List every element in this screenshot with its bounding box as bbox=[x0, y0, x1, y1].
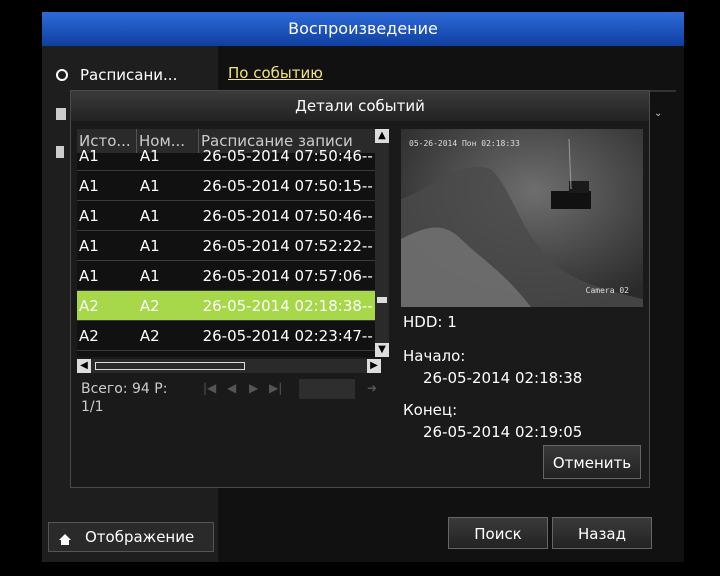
vertical-scrollbar[interactable]: ▲ ▼ bbox=[375, 129, 389, 357]
cell-source: A1 bbox=[79, 237, 99, 255]
osd-timestamp: 05-26-2014 Пон 02:18:33 bbox=[409, 139, 520, 148]
cell-source: A1 bbox=[79, 147, 99, 165]
cell-source: A2 bbox=[79, 327, 99, 345]
cell-source: A1 bbox=[79, 267, 99, 285]
cell-source: A2 bbox=[79, 297, 99, 315]
end-label: Конец: bbox=[403, 401, 458, 419]
home-icon bbox=[59, 534, 71, 545]
pager: Всего: 94 Р: 1/1 |◀ ◀ ▶ ▶| ➜ bbox=[77, 377, 389, 423]
osd-camera-name: Camera 02 bbox=[585, 286, 629, 295]
hdd-info: HDD: 1 bbox=[403, 313, 457, 331]
cell-schedule: 26-05-2014 02:23:47-- bbox=[202, 327, 373, 345]
start-label: Начало: bbox=[403, 347, 466, 365]
start-value: 26-05-2014 02:18:38 bbox=[423, 369, 583, 387]
table-row[interactable]: A2 A2 26-05-2014 02:23:47-- bbox=[77, 321, 381, 351]
cell-source: A1 bbox=[79, 207, 99, 225]
go-icon[interactable]: ➜ bbox=[367, 381, 377, 395]
radio-icon bbox=[56, 69, 68, 81]
dialog-title: Детали событий bbox=[71, 91, 649, 121]
scroll-thumb[interactable] bbox=[377, 297, 387, 303]
next-page-icon[interactable]: ▶ bbox=[249, 381, 258, 395]
event-table: Исто... Ном... Расписание записи A1 A1 2… bbox=[77, 129, 381, 357]
table-row[interactable]: A1 A1 26-05-2014 07:50:15-- bbox=[77, 171, 381, 201]
table-row[interactable]: A1 A1 26-05-2014 07:57:06-- bbox=[77, 261, 381, 291]
back-button[interactable]: Назад bbox=[552, 517, 652, 549]
cell-source: A1 bbox=[79, 177, 99, 195]
first-page-icon[interactable]: |◀ bbox=[203, 381, 216, 395]
scroll-right-icon[interactable]: ▶ bbox=[367, 359, 381, 373]
event-details-dialog: Детали событий Исто... Ном... Расписание… bbox=[70, 90, 650, 488]
cell-number: A2 bbox=[139, 297, 160, 315]
page-input[interactable] bbox=[299, 379, 355, 399]
cell-number: A1 bbox=[139, 207, 160, 225]
camera-frame bbox=[401, 129, 643, 307]
cell-number: A2 bbox=[139, 327, 160, 345]
scroll-down-icon[interactable]: ▼ bbox=[375, 343, 389, 357]
video-preview: 05-26-2014 Пон 02:18:33 Camera 02 bbox=[401, 129, 643, 307]
search-button[interactable]: Поиск bbox=[448, 517, 548, 549]
display-button[interactable]: Отображение bbox=[48, 522, 214, 552]
cell-schedule: 26-05-2014 07:50:15-- bbox=[202, 177, 373, 195]
cell-number: A1 bbox=[139, 147, 160, 165]
scroll-left-icon[interactable]: ◀ bbox=[77, 359, 91, 373]
cell-schedule: 26-05-2014 07:50:46-- bbox=[202, 147, 373, 165]
table-row[interactable]: A1 A1 26-05-2014 07:50:46-- bbox=[77, 201, 381, 231]
sidebar-item-icon[interactable] bbox=[56, 108, 66, 120]
chevron-down-icon[interactable]: ⌄ bbox=[654, 108, 668, 122]
scroll-thumb[interactable] bbox=[95, 362, 245, 370]
prev-page-icon[interactable]: ◀ bbox=[227, 381, 236, 395]
sidebar-item-label: Расписани... bbox=[80, 66, 178, 84]
cell-number: A1 bbox=[139, 267, 160, 285]
cancel-button[interactable]: Отменить bbox=[543, 445, 641, 479]
last-page-icon[interactable]: ▶| bbox=[269, 381, 282, 395]
scroll-up-icon[interactable]: ▲ bbox=[375, 129, 389, 143]
tab-by-event[interactable]: По событию bbox=[228, 64, 323, 82]
cell-schedule: 26-05-2014 07:50:46-- bbox=[202, 207, 373, 225]
table-row[interactable]: A1 A1 26-05-2014 07:52:22-- bbox=[77, 231, 381, 261]
cell-schedule: 26-05-2014 07:52:22-- bbox=[202, 237, 373, 255]
total-count: Всего: 94 Р: bbox=[81, 381, 168, 397]
display-button-label: Отображение bbox=[85, 528, 195, 546]
cell-schedule: 26-05-2014 02:18:38-- bbox=[202, 297, 373, 315]
window-title: Воспроизведение bbox=[42, 12, 684, 46]
horizontal-scrollbar[interactable]: ◀ ▶ bbox=[77, 359, 381, 373]
sidebar-item-icon[interactable] bbox=[56, 146, 64, 158]
cell-number: A1 bbox=[139, 177, 160, 195]
table-row[interactable]: A1 A1 26-05-2014 07:50:46-- bbox=[77, 141, 381, 171]
page-info: 1/1 bbox=[81, 399, 104, 415]
end-value: 26-05-2014 02:19:05 bbox=[423, 423, 583, 441]
sidebar-item-schedule[interactable]: Расписани... bbox=[56, 66, 177, 84]
cell-schedule: 26-05-2014 07:57:06-- bbox=[202, 267, 373, 285]
table-row-selected[interactable]: A2 A2 26-05-2014 02:18:38-- bbox=[77, 291, 381, 321]
cell-number: A1 bbox=[139, 237, 160, 255]
